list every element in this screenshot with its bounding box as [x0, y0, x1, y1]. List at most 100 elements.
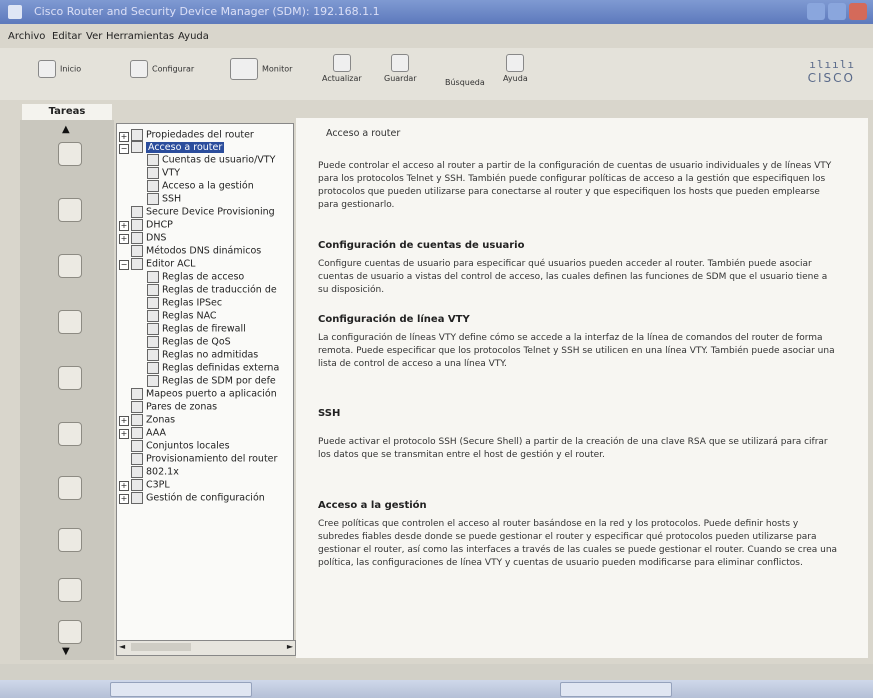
- tree-item[interactable]: Reglas de SDM por defe: [147, 375, 276, 387]
- rule-icon: [147, 336, 159, 348]
- content-title: Acceso a router: [326, 128, 401, 139]
- task-vpn-icon[interactable]: [58, 254, 82, 278]
- tree-item[interactable]: Reglas de QoS: [147, 336, 231, 348]
- tree-item[interactable]: Pares de zonas: [131, 401, 217, 413]
- task-security-audit-icon[interactable]: [58, 310, 82, 334]
- section-text: Puede activar el protocolo SSH (Secure S…: [318, 437, 828, 460]
- tree-item[interactable]: Cuentas de usuario/VTY: [147, 154, 275, 166]
- tree-item[interactable]: Reglas NAC: [147, 310, 217, 322]
- aaa-icon: [131, 427, 143, 439]
- actualizar-button[interactable]: Actualizar: [322, 54, 362, 83]
- tree-item-selected[interactable]: Acceso a router: [131, 141, 225, 153]
- task-interfaces-icon[interactable]: [58, 142, 82, 166]
- task-nat-icon[interactable]: [58, 422, 82, 446]
- dot1x-icon: [131, 466, 143, 478]
- tree-item[interactable]: Gestión de configuración: [131, 492, 265, 504]
- cisco-logo-bars: ılıılı: [809, 58, 855, 71]
- tree-item[interactable]: C3PL: [131, 479, 170, 491]
- tree-horizontal-scrollbar[interactable]: ◄ ►: [116, 640, 296, 656]
- expand-icon[interactable]: +: [119, 481, 129, 491]
- help-content-panel: Acceso a router Puede controlar el acces…: [296, 118, 868, 658]
- tree-item[interactable]: Reglas no admitidas: [147, 349, 258, 361]
- port-map-icon: [131, 388, 143, 400]
- taskbar-button[interactable]: [110, 682, 252, 697]
- save-icon: [391, 54, 410, 72]
- task-additional-icon[interactable]: [58, 620, 82, 644]
- taskbar-button[interactable]: [560, 682, 672, 697]
- task-firewall-icon[interactable]: [58, 198, 82, 222]
- help-icon: [506, 54, 525, 72]
- scroll-up-icon[interactable]: ▲: [62, 124, 70, 135]
- cisco-logo: ılıılı CISCO: [808, 58, 855, 85]
- tree-item[interactable]: VTY: [147, 167, 180, 179]
- management-icon: [147, 180, 159, 192]
- expand-icon[interactable]: +: [119, 221, 129, 231]
- tree-item[interactable]: Reglas de traducción de: [147, 284, 277, 296]
- menu-ayuda[interactable]: Ayuda: [178, 31, 209, 42]
- scroll-down-icon[interactable]: ▼: [62, 646, 70, 657]
- section-heading: SSH: [318, 408, 341, 419]
- rule-icon: [147, 323, 159, 335]
- ssh-icon: [147, 193, 159, 205]
- menu-ver[interactable]: Ver: [86, 31, 102, 42]
- close-button[interactable]: [849, 3, 867, 20]
- menu-archivo[interactable]: Archivo: [8, 31, 45, 42]
- tree-item[interactable]: DHCP: [131, 219, 173, 231]
- expand-icon[interactable]: +: [119, 416, 129, 426]
- tree-item[interactable]: Métodos DNS dinámicos: [131, 245, 261, 257]
- task-nac-icon[interactable]: [58, 578, 82, 602]
- tree-item[interactable]: Zonas: [131, 414, 175, 426]
- collapse-icon[interactable]: −: [119, 144, 129, 154]
- collapse-icon[interactable]: −: [119, 260, 129, 270]
- tree-item[interactable]: SSH: [147, 193, 181, 205]
- intro-paragraph: Puede controlar el acceso al router a pa…: [318, 161, 832, 210]
- dns-icon: [131, 245, 143, 257]
- rule-icon: [147, 297, 159, 309]
- menu-bar: Archivo Editar Ver Herramientas Ayuda: [0, 28, 873, 46]
- task-ips-icon[interactable]: [58, 476, 82, 500]
- task-qos-icon[interactable]: [58, 528, 82, 552]
- folder-icon: [131, 479, 143, 491]
- rule-icon: [147, 375, 159, 387]
- users-icon: [147, 154, 159, 166]
- ayuda-button[interactable]: Ayuda: [503, 54, 528, 83]
- tree-item[interactable]: Conjuntos locales: [131, 440, 230, 452]
- inicio-button[interactable]: Inicio: [38, 60, 81, 78]
- tree-item[interactable]: 802.1x: [131, 466, 179, 478]
- expand-icon[interactable]: +: [119, 429, 129, 439]
- expand-icon[interactable]: +: [119, 234, 129, 244]
- minimize-button[interactable]: [807, 3, 825, 20]
- menu-editar[interactable]: Editar: [52, 31, 82, 42]
- expand-icon[interactable]: +: [119, 132, 129, 142]
- toolbar: Inicio Configurar Monitor Actualizar Gua…: [0, 48, 873, 100]
- tree-item[interactable]: Acceso a la gestión: [147, 180, 254, 192]
- tree-item[interactable]: Mapeos puerto a aplicación: [131, 388, 277, 400]
- scroll-right-icon[interactable]: ►: [287, 642, 293, 651]
- expand-icon[interactable]: +: [119, 494, 129, 504]
- tree-item[interactable]: Reglas de firewall: [147, 323, 246, 335]
- tree-item[interactable]: Reglas definidas externa: [147, 362, 279, 374]
- folder-icon: [131, 232, 143, 244]
- tree-item[interactable]: Secure Device Provisioning: [131, 206, 275, 218]
- tree-item[interactable]: Editor ACL: [131, 258, 195, 270]
- tree-item[interactable]: DNS: [131, 232, 166, 244]
- tasks-header: Tareas: [22, 104, 112, 120]
- guardar-button[interactable]: Guardar: [384, 54, 417, 83]
- task-routing-icon[interactable]: [58, 366, 82, 390]
- menu-herramientas[interactable]: Herramientas: [106, 31, 174, 42]
- tree-item[interactable]: AAA: [131, 427, 166, 439]
- tree-item[interactable]: Reglas IPSec: [147, 297, 222, 309]
- tree-item[interactable]: Reglas de acceso: [147, 271, 244, 283]
- buscar-button[interactable]: Búsqueda: [445, 78, 485, 87]
- status-bar: [0, 664, 873, 680]
- maximize-button[interactable]: [828, 3, 846, 20]
- section-heading: Configuración de línea VTY: [318, 314, 470, 325]
- tasks-sidebar: ▲ ▼: [20, 120, 114, 660]
- tree-item[interactable]: Propiedades del router: [131, 129, 254, 141]
- monitor-button[interactable]: Monitor: [230, 58, 292, 80]
- configurar-button[interactable]: Configurar: [130, 60, 194, 78]
- scroll-left-icon[interactable]: ◄: [119, 642, 125, 651]
- scrollbar-thumb[interactable]: [131, 643, 191, 651]
- refresh-icon: [332, 54, 351, 72]
- tree-item[interactable]: Provisionamiento del router: [131, 453, 277, 465]
